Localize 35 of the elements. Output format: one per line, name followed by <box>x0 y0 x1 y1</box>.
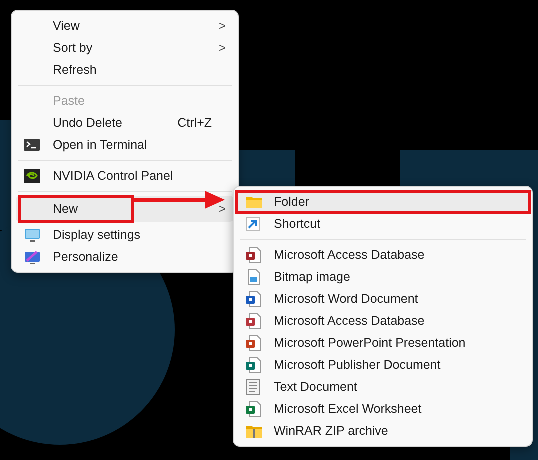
menu-item[interactable]: Bitmap image <box>238 266 528 288</box>
shortcut-arrow-icon <box>246 217 260 231</box>
menu-item[interactable]: WinRAR ZIP archive <box>238 420 528 442</box>
menu-item[interactable]: Folder <box>238 191 528 213</box>
monitor-icon <box>24 228 41 242</box>
document-icon <box>246 247 262 263</box>
document-icon <box>246 335 262 351</box>
document-icon <box>246 357 262 373</box>
menu-item[interactable]: Microsoft PowerPoint Presentation <box>238 332 528 354</box>
menu-item[interactable]: NVIDIA Control Panel <box>16 165 234 187</box>
menu-item[interactable]: Microsoft Publisher Document <box>238 354 528 376</box>
menu-item[interactable]: Open in Terminal <box>16 134 234 156</box>
menu-item[interactable]: Microsoft Access Database <box>238 244 528 266</box>
folder-icon <box>246 196 262 208</box>
menu-item[interactable]: Text Document <box>238 376 528 398</box>
menu-item[interactable]: Microsoft Word Document <box>238 288 528 310</box>
document-icon <box>246 313 262 329</box>
document-icon <box>246 291 262 307</box>
text-file-icon <box>246 379 260 395</box>
menu-item[interactable]: Refresh <box>16 59 234 81</box>
menu-item[interactable]: View > <box>16 15 234 37</box>
terminal-icon <box>24 139 40 151</box>
menu-item[interactable]: Display settings <box>16 224 234 246</box>
menu-item[interactable]: Shortcut <box>238 213 528 235</box>
menu-item[interactable]: New > <box>16 196 234 222</box>
menu-item[interactable]: Sort by > <box>16 37 234 59</box>
menu-item[interactable]: Microsoft Excel Worksheet <box>238 398 528 420</box>
menu-item[interactable]: Undo Delete Ctrl+Z <box>16 112 234 134</box>
image-file-icon <box>246 269 262 285</box>
swirl-icon <box>24 169 40 183</box>
monitor-icon <box>24 250 41 264</box>
document-icon <box>246 401 262 417</box>
zip-folder-icon <box>246 424 262 438</box>
menu-item[interactable]: Microsoft Access Database <box>238 310 528 332</box>
menu-item[interactable]: Personalize <box>16 246 234 268</box>
